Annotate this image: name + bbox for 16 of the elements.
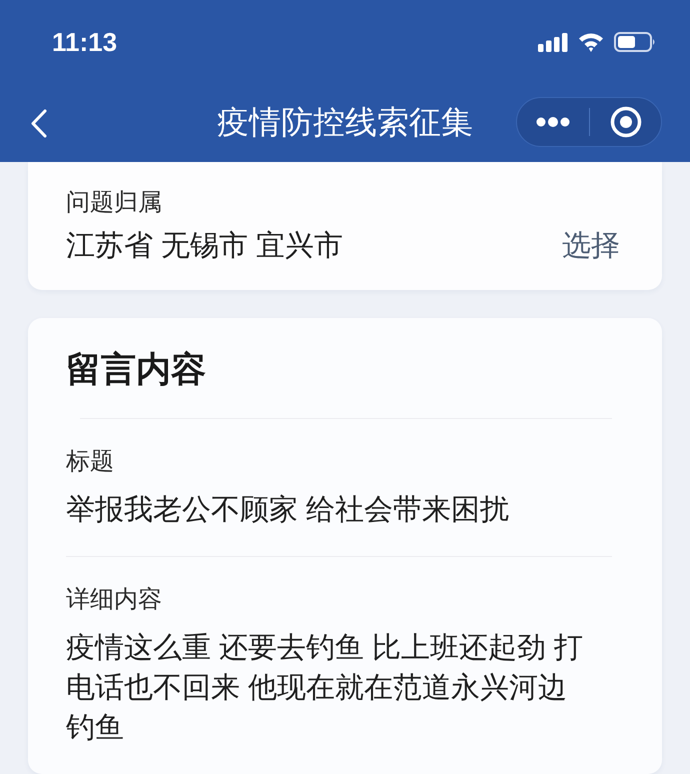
signal-icon	[538, 32, 568, 52]
section-heading: 留言内容	[66, 350, 206, 389]
battery-icon	[614, 32, 656, 52]
wifi-icon	[578, 32, 604, 52]
status-time: 11:13	[52, 29, 118, 55]
circle-dot-icon[interactable]	[610, 106, 642, 138]
field-value: 疫情这么重 还要去钓鱼 比上班还起劲 打电话也不回来 他现在就在范道永兴河边钓鱼	[66, 631, 584, 746]
field-label: 标题	[66, 447, 114, 477]
back-icon[interactable]	[30, 108, 46, 138]
field-label: 问题归属	[66, 188, 162, 218]
field-label: 详细内容	[66, 585, 162, 615]
page-title: 疫情防控线索征集	[217, 106, 473, 138]
more-icon[interactable]	[536, 117, 570, 127]
select-link[interactable]: 选择	[562, 228, 620, 264]
field-value: 举报我老公不顾家 给社会带来困扰	[66, 493, 510, 528]
field-value: 江苏省 无锡市 宜兴市	[66, 229, 344, 264]
